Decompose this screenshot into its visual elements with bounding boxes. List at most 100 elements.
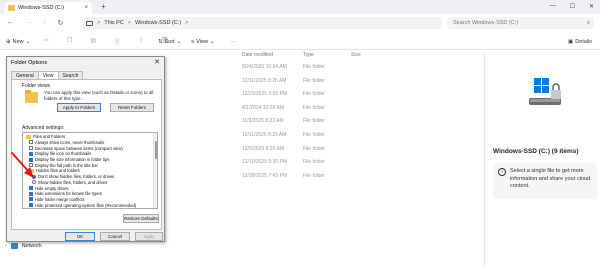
breadcrumb-drive[interactable]: Windows-SSD (C:) xyxy=(135,20,181,26)
apply-to-folders-button[interactable]: Apply to Folders xyxy=(57,103,101,112)
details-pane: Windows-SSD (C:) (9 items) i Select a si… xyxy=(484,52,600,267)
advanced-setting-item[interactable]: Show hidden files, folders, and drives xyxy=(32,180,107,186)
more-options-button[interactable]: ··· xyxy=(231,39,237,45)
advanced-settings-scrollbar[interactable] xyxy=(153,133,157,208)
advanced-setting-label: Don't show hidden files, folders, or dri… xyxy=(38,174,115,180)
advanced-setting-item[interactable]: Hide protected operating system files (R… xyxy=(29,202,136,208)
cell-date-modified: 12/11/2025 8:29 AM xyxy=(242,132,287,138)
info-icon: i xyxy=(498,168,506,176)
table-row[interactable]: 8/24/2025 10:04 AM File folder xyxy=(166,64,482,77)
advanced-setting-label: Show hidden files, folders, and drives xyxy=(38,179,108,185)
refresh-icon[interactable]: ↻ xyxy=(58,19,64,27)
checkbox[interactable] xyxy=(29,191,33,196)
cell-date-modified: 4/1/2024 10:26 AM xyxy=(242,104,284,111)
radio-button[interactable] xyxy=(32,180,36,185)
drive-folder-icon xyxy=(8,5,15,11)
checkbox[interactable] xyxy=(29,140,33,145)
minimize-button[interactable]: — xyxy=(550,3,556,10)
cell-date-modified: 8/24/2025 10:04 AM xyxy=(242,64,287,70)
advanced-setting-item[interactable]: Hide empty drives xyxy=(29,185,69,191)
advanced-setting-item[interactable]: Display file size information in folder … xyxy=(29,157,109,163)
cancel-button[interactable]: Cancel xyxy=(100,232,130,241)
search-input[interactable]: Search Windows-SSD (C:) ⌕ xyxy=(447,17,594,29)
checkbox[interactable] xyxy=(29,146,33,151)
advanced-setting-label: Hide protected operating system files (R… xyxy=(35,202,137,208)
view-button[interactable]: ≡ View ⌄ xyxy=(191,39,215,45)
network-icon xyxy=(10,243,18,249)
advanced-setting-item[interactable]: Don't show hidden files, folders, or dri… xyxy=(32,174,114,180)
checkbox[interactable] xyxy=(29,186,33,191)
advanced-setting-item[interactable]: Decrease space between items (compact vi… xyxy=(29,145,123,151)
close-window-button[interactable]: ✕ xyxy=(589,3,594,10)
advanced-settings-label: Advanced settings: xyxy=(22,125,65,131)
checkbox[interactable] xyxy=(29,151,33,156)
new-button[interactable]: ⊕ New ⌄ xyxy=(6,39,30,45)
radio-button[interactable] xyxy=(32,174,36,179)
advanced-setting-label: Hide empty drives xyxy=(35,185,69,191)
cell-type: File folder xyxy=(303,132,325,138)
sort-button[interactable]: ⇅ Sort ⌄ xyxy=(158,39,181,45)
advanced-setting-item[interactable]: Display file icon on thumbnails xyxy=(29,151,91,157)
advanced-setting-item[interactable]: Hide folder merge conflicts xyxy=(29,197,85,203)
maximize-button[interactable]: ☐ xyxy=(570,3,575,10)
table-row[interactable]: 12/11/2025 8:29 AM File folder xyxy=(166,132,482,145)
paste-icon[interactable]: ▤ xyxy=(90,37,96,46)
advanced-setting-item: Hidden files and folders xyxy=(29,168,80,174)
cell-type: File folder xyxy=(303,159,325,166)
up-arrow-icon[interactable]: ↑ xyxy=(43,19,47,27)
new-tab-button[interactable]: + xyxy=(101,2,106,11)
breadcrumb-this-pc[interactable]: This PC xyxy=(104,20,124,26)
advanced-setting-label: Hidden files and folders xyxy=(36,168,80,174)
table-row[interactable]: 4/1/2024 10:26 AM File folder xyxy=(166,105,482,118)
apply-button[interactable]: Apply xyxy=(135,232,163,241)
close-tab-icon[interactable]: × xyxy=(84,5,88,11)
cell-type: File folder xyxy=(303,172,325,179)
sort-label: Sort xyxy=(164,38,175,45)
chevron-down-icon: ⌄ xyxy=(25,38,31,45)
dialog-title: Folder Options xyxy=(11,60,48,66)
table-row[interactable]: 12/23/2025 3:03 PM File folder xyxy=(166,91,482,104)
advanced-setting-item[interactable]: Hide extensions for known file types xyxy=(29,191,102,197)
address-row: ← → ↑ ↻ > This PC > Windows-SSD (C:) > S… xyxy=(0,14,600,32)
table-row[interactable]: 12/28/2025 7:43 PM File folder xyxy=(166,173,482,186)
breadcrumb-separator: > xyxy=(185,20,189,26)
table-row[interactable]: 12/10/2025 9:30 PM File folder xyxy=(166,159,482,172)
advanced-setting-item[interactable]: Display the full path in the title bar xyxy=(29,163,98,169)
sidebar-item-network[interactable]: › Network xyxy=(5,243,42,249)
back-arrow-icon[interactable]: ← xyxy=(7,19,14,27)
address-bar[interactable]: > This PC > Windows-SSD (C:) > xyxy=(82,17,442,29)
checkbox[interactable] xyxy=(29,203,33,208)
share-icon[interactable]: ⇪ xyxy=(138,37,143,46)
table-row[interactable]: 11/3/2025 8:22 AM File folder xyxy=(166,118,482,131)
folder-views-text: You can apply this view (such as Details… xyxy=(44,90,154,101)
copy-icon[interactable]: ❐ xyxy=(67,37,72,46)
checkbox[interactable] xyxy=(29,163,33,168)
checkbox[interactable] xyxy=(29,197,33,202)
advanced-setting-item[interactable]: Always show icons, never thumbnails xyxy=(29,140,104,146)
forward-arrow-icon[interactable]: → xyxy=(25,19,32,27)
search-icon: ⌕ xyxy=(586,19,590,26)
reset-folders-button[interactable]: Reset Folders xyxy=(110,103,154,112)
dialog-close-button[interactable]: ✕ xyxy=(154,58,160,66)
tab-windows-ssd[interactable]: Windows-SSD (C:) × xyxy=(4,2,92,14)
column-header-date-modified[interactable]: Date modified xyxy=(242,52,273,58)
checkbox[interactable] xyxy=(29,157,33,162)
details-label: Details xyxy=(575,38,592,45)
details-button[interactable]: ▣ Details xyxy=(568,39,592,45)
table-row[interactable]: 12/9/2025 8:26 AM File folder xyxy=(166,146,482,159)
scrollbar-thumb[interactable] xyxy=(154,141,157,159)
restore-defaults-button[interactable]: Restore Defaults xyxy=(123,214,159,223)
cut-icon[interactable]: ✂ xyxy=(44,37,49,46)
rename-icon[interactable]: Ⓐ xyxy=(114,37,120,46)
table-row[interactable]: 12/11/2025 8:26 AM File folder xyxy=(166,78,482,91)
cell-date-modified: 12/28/2025 7:43 PM xyxy=(242,172,288,179)
cell-type: File folder xyxy=(303,91,325,98)
cell-type: File folder xyxy=(303,145,325,152)
column-header-type[interactable]: Type xyxy=(303,52,314,58)
cell-type: File folder xyxy=(303,77,325,84)
cell-type: File folder xyxy=(303,64,325,70)
chevron-right-icon[interactable]: › xyxy=(5,243,7,249)
advanced-setting-label: Display file size information in folder … xyxy=(35,157,110,163)
column-header-size[interactable]: Size xyxy=(351,52,361,58)
ok-button[interactable]: OK xyxy=(65,232,95,241)
